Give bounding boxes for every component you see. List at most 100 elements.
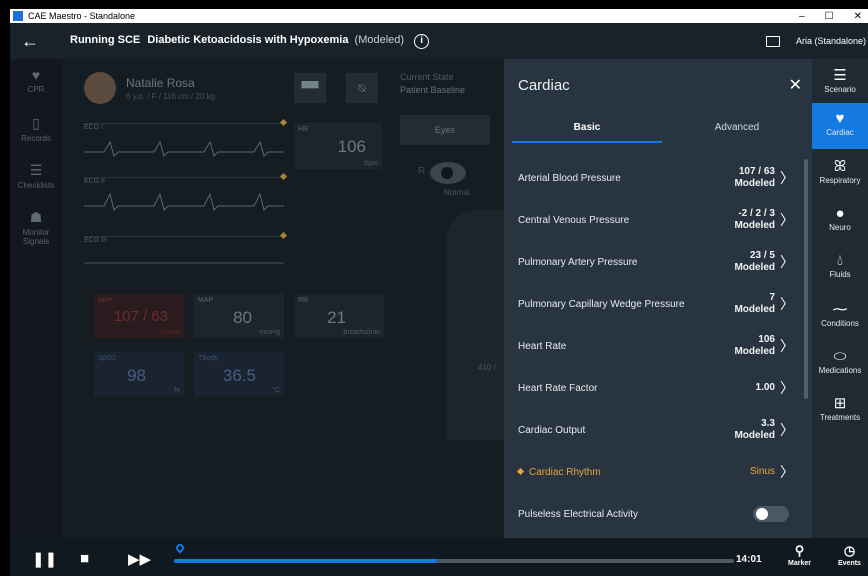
close-icon[interactable]: ✕ <box>789 75 802 95</box>
pause-icon[interactable]: ❚❚ <box>32 550 57 568</box>
pea-toggle[interactable] <box>753 506 789 522</box>
rnav-conditions[interactable]: ⁓ Conditions <box>812 293 868 339</box>
chevron-right-icon: 〉 <box>780 422 794 438</box>
user-label[interactable]: Aria (Standalone) <box>796 36 866 46</box>
panel-tabs: Basic Advanced <box>504 115 812 143</box>
abp-box[interactable]: ABP 107 / 63 mmHg <box>94 294 184 338</box>
mute-alarms-button[interactable]: ⍉ <box>346 73 378 103</box>
current-state-title: Current State <box>400 72 454 82</box>
row-value: 7 Modeled <box>734 292 775 315</box>
hr-box[interactable]: HR 106 bpm <box>294 123 382 169</box>
events-button[interactable]: ◷ Events <box>838 543 861 567</box>
maximize-button[interactable]: ☐ <box>825 11 834 22</box>
row-cardiac-output[interactable]: Cardiac Output 3.3 Modeled 〉 <box>504 409 799 451</box>
timeline-progress <box>174 559 438 563</box>
rnav-medications[interactable]: ⬭ Medications <box>812 341 868 387</box>
row-value: -2 / 2 / 3 Modeled <box>734 208 775 231</box>
rr-box[interactable]: RR 21 breaths/min <box>294 294 384 338</box>
eyes-button[interactable]: Eyes <box>400 115 490 145</box>
timeline-pin-icon[interactable] <box>174 542 186 554</box>
tbody-box[interactable]: TBody 36.5 °C <box>194 352 284 396</box>
nav-checklists[interactable]: ☰ Checklists <box>10 162 62 190</box>
rr-value: 21 <box>327 308 346 327</box>
map-box[interactable]: MAP 80 mmHg <box>194 294 284 338</box>
rnav-label: Medications <box>818 366 862 375</box>
nav-cpr[interactable]: ♥ CPR <box>10 67 62 94</box>
tab-basic[interactable]: Basic <box>512 115 662 143</box>
abp-unit: mmHg <box>159 329 180 336</box>
nav-monitor-signals-label: Monitor Signals <box>22 228 50 246</box>
chevron-right-icon: 〉 <box>780 380 794 396</box>
menu-icon: ☰ <box>833 67 847 84</box>
pill-icon: ⬭ <box>833 348 847 365</box>
spo2-box[interactable]: SpO2 98 % <box>94 352 184 396</box>
ecg-2-wave <box>84 192 284 211</box>
map-unit: mmHg <box>259 329 280 336</box>
rnav-cardiac[interactable]: ♥ Cardiac <box>812 103 868 149</box>
left-nav: ♥ CPR ▯ Records ☰ Checklists ☗ Monitor S… <box>10 59 62 538</box>
tab-advanced[interactable]: Advanced <box>662 115 812 143</box>
row-pulseless-electrical-activity: Pulseless Electrical Activity <box>504 493 799 535</box>
row-label: Cardiac Output <box>518 424 586 436</box>
abp-label: ABP <box>98 297 113 304</box>
patient-name: Natalie Rosa <box>126 75 195 90</box>
minimize-button[interactable]: – <box>799 11 805 22</box>
rnav-respiratory[interactable]: ꕤ Respiratory <box>812 151 868 197</box>
timeline[interactable] <box>174 559 734 563</box>
row-value: 23 / 5 Modeled <box>734 250 775 273</box>
row-pulmonary-capillary-wedge-pressure[interactable]: Pulmonary Capillary Wedge Pressure 7 Mode… <box>504 283 799 325</box>
eye-side-label: R <box>418 166 426 177</box>
rnav-fluids[interactable]: 💧︎ Fluids <box>812 245 868 291</box>
row-cardiac-rhythm[interactable]: Cardiac Rhythm Sinus 〉 <box>504 451 799 493</box>
partial-value: 410 / <box>478 363 496 372</box>
fast-forward-icon[interactable]: ▶▶ <box>128 550 151 568</box>
ecg-lead-1: ECG I <box>84 118 288 165</box>
ecg-lead-3-label: ECG III <box>84 237 107 244</box>
chevron-right-icon: 〉 <box>780 296 794 312</box>
rr-unit: breaths/min <box>343 329 380 336</box>
row-arterial-blood-pressure[interactable]: Arterial Blood Pressure 107 / 63 Modeled … <box>504 157 799 199</box>
close-window-button[interactable]: ✕ <box>854 11 862 22</box>
map-value: 80 <box>233 308 252 327</box>
monitor-icon[interactable] <box>765 35 780 47</box>
rnav-label: Treatments <box>819 413 861 422</box>
checklist-icon: ☰ <box>29 162 43 178</box>
rnav-neuro[interactable]: ● Neuro <box>812 198 868 244</box>
window-title: CAE Maestro - Standalone <box>28 11 136 21</box>
ecg-3-wave <box>84 262 284 264</box>
rnav-label: Conditions <box>821 319 859 328</box>
nav-checklists-label: Checklists <box>17 181 55 190</box>
nav-records[interactable]: ▯ Records <box>10 115 62 143</box>
panel-title: Cardiac <box>518 77 570 94</box>
pulse-icon: ⁓ <box>832 301 848 318</box>
row-central-venous-pressure[interactable]: Central Venous Pressure -2 / 2 / 3 Modele… <box>504 199 799 241</box>
chevron-right-icon: 〉 <box>780 338 794 354</box>
row-pulmonary-artery-pressure[interactable]: Pulmonary Artery Pressure 23 / 5 Modeled … <box>504 241 799 283</box>
right-nav: ☰ Scenario ♥ Cardiac ꕤ Respiratory ● Neu… <box>812 59 868 538</box>
rnav-treatments[interactable]: ⊞ Treatments <box>812 387 868 433</box>
lungs-icon: ꕤ <box>833 158 847 175</box>
tbody-label: TBody <box>198 355 219 362</box>
stop-icon[interactable]: ■ <box>80 550 89 567</box>
heart-pulse-icon: ♥ <box>31 67 41 83</box>
rnav-scenario[interactable]: ☰ Scenario <box>812 59 868 105</box>
marker-button[interactable]: ⚲ Marker <box>788 543 811 567</box>
ecg-lead-2-label: ECG II <box>84 178 106 185</box>
row-heart-rate-factor[interactable]: Heart Rate Factor 1.00 〉 <box>504 367 799 409</box>
info-icon[interactable]: i <box>414 33 430 49</box>
ecg-lead-2: ECG II <box>84 172 288 219</box>
hr-label: HR <box>298 126 309 133</box>
person-signal-icon: ☗ <box>29 209 43 225</box>
layout-button[interactable]: ▀▀ <box>294 73 326 103</box>
ecg-lead-3: ECG III <box>84 231 288 278</box>
elapsed-time: 14:01 <box>736 554 762 565</box>
window-titlebar: CAE Maestro - Standalone – ☐ ✕ <box>10 9 868 23</box>
playback-bar: ❚❚ ■ ▶▶ 14:01 ⚲ Marker ◷ Events <box>10 538 868 576</box>
panel-scrollbar[interactable] <box>804 159 808 399</box>
row-value: 107 / 63 Modeled <box>734 166 775 189</box>
row-heart-rate[interactable]: Heart Rate 106 Modeled 〉 <box>504 325 799 367</box>
nav-monitor-signals[interactable]: ☗ Monitor Signals <box>10 209 62 246</box>
row-value: 1.00 <box>755 382 775 393</box>
current-state: Current State Patient Baseline <box>400 72 465 95</box>
back-arrow-icon[interactable]: ← <box>10 31 50 52</box>
